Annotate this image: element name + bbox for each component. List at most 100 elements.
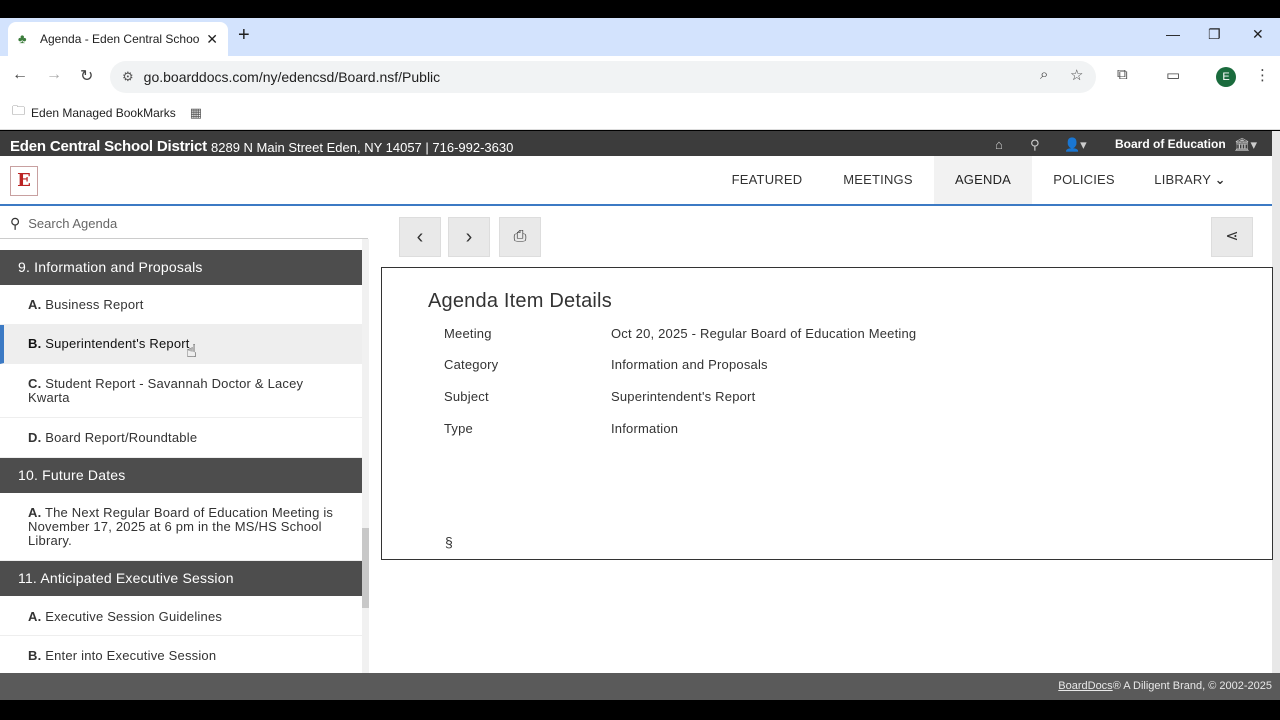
- tab-title: Agenda - Eden Central School D: [40, 32, 201, 46]
- agenda-item[interactable]: C. Student Report - Savannah Doctor & La…: [0, 364, 362, 418]
- item-letter: B.: [28, 648, 42, 663]
- nav-agenda[interactable]: AGENDA: [934, 156, 1032, 204]
- boarddocs-link[interactable]: BoardDocs: [1058, 680, 1112, 692]
- building-icon[interactable]: 🏛▾: [1234, 137, 1257, 153]
- detail-row-subject: Subject Superintendent's Report: [444, 389, 755, 404]
- detail-value: Superintendent's Report: [611, 389, 756, 404]
- bookmark-folder-label[interactable]: Eden Managed BookMarks: [31, 106, 176, 120]
- browser-tabstrip: ♣ Agenda - Eden Central School D ✕ + — ❐…: [0, 18, 1280, 56]
- detail-row-category: Category Information and Proposals: [444, 357, 768, 372]
- forward-icon[interactable]: →: [46, 66, 62, 84]
- item-text: Board Report/Roundtable: [45, 430, 198, 445]
- detail-value: Information: [611, 421, 679, 436]
- agenda-item[interactable]: A. Executive Session Guidelines: [0, 596, 362, 636]
- detail-label: Type: [444, 421, 473, 436]
- item-letter: A.: [28, 609, 42, 624]
- bookmark-star-icon[interactable]: ☆: [1070, 66, 1083, 84]
- board-name[interactable]: Board of Education: [1115, 137, 1226, 151]
- site-header: Eden Central School District 8289 N Main…: [0, 131, 1280, 156]
- detail-row-meeting: Meeting Oct 20, 2025 - Regular Board of …: [444, 326, 916, 341]
- footer-credit: BoardDocs® A Diligent Brand, © 2002-2025: [1058, 680, 1272, 692]
- tab-search-icon[interactable]: ▭: [1166, 66, 1180, 84]
- minimize-icon[interactable]: —: [1166, 26, 1180, 42]
- item-letter: D.: [28, 430, 42, 445]
- detail-value: Oct 20, 2025 - Regular Board of Educatio…: [611, 326, 917, 341]
- district-address: 8289 N Main Street Eden, NY 14057 | 716-…: [211, 140, 514, 155]
- site-info-icon[interactable]: ⚙: [122, 69, 134, 85]
- nav-featured[interactable]: FEATURED: [722, 156, 812, 204]
- agenda-item[interactable]: B. Enter into Executive Session: [0, 636, 362, 675]
- print-icon: ⎙: [513, 228, 527, 245]
- item-text: Enter into Executive Session: [45, 648, 217, 663]
- new-tab-icon[interactable]: +: [238, 24, 250, 47]
- search-icon: ⚲: [10, 214, 21, 231]
- previous-item-button[interactable]: ‹: [399, 217, 441, 257]
- chevron-left-icon: ‹: [416, 226, 424, 248]
- item-letter: C.: [28, 376, 42, 391]
- agenda-category[interactable]: 11. Anticipated Executive Session: [0, 561, 362, 596]
- url-text: go.boarddocs.com/ny/edencsd/Board.nsf/Pu…: [143, 69, 441, 85]
- agenda-item[interactable]: A. Business Report: [0, 285, 362, 325]
- chevron-down-icon: ⌄: [1214, 172, 1226, 187]
- agenda-item-selected[interactable]: B. Superintendent's Report: [0, 325, 362, 364]
- apps-grid-icon[interactable]: ▦: [190, 105, 202, 121]
- print-button[interactable]: ⎙: [499, 217, 541, 257]
- site-footer: BoardDocs® A Diligent Brand, © 2002-2025: [0, 673, 1280, 700]
- reload-icon[interactable]: ↻: [80, 66, 93, 86]
- extensions-icon[interactable]: ⧉: [1117, 66, 1128, 83]
- item-letter: B.: [28, 336, 42, 351]
- next-item-button[interactable]: ›: [448, 217, 490, 257]
- main-nav: E FEATURED MEETINGS AGENDA POLICIES LIBR…: [0, 156, 1272, 206]
- restore-icon[interactable]: ❐: [1208, 26, 1221, 43]
- nav-library-label: LIBRARY: [1154, 172, 1211, 187]
- agenda-scrollbar-thumb[interactable]: [362, 528, 369, 608]
- back-icon[interactable]: ←: [12, 66, 28, 84]
- address-bar[interactable]: ⚙ go.boarddocs.com/ny/edencsd/Board.nsf/…: [110, 61, 1096, 93]
- agenda-scrollbar-track[interactable]: [362, 239, 369, 675]
- search-placeholder: Search Agenda: [28, 215, 118, 231]
- home-icon[interactable]: ⌂: [995, 137, 1003, 152]
- tree-favicon-icon: ♣: [18, 31, 27, 46]
- close-tab-icon[interactable]: ✕: [206, 31, 218, 48]
- item-text: Executive Session Guidelines: [45, 609, 223, 624]
- footer-text: ® A Diligent Brand, © 2002-2025: [1112, 680, 1272, 692]
- close-window-icon[interactable]: ✕: [1252, 26, 1264, 43]
- top-border: [0, 0, 1280, 18]
- agenda-item-details: Agenda Item Details Meeting Oct 20, 2025…: [381, 267, 1273, 560]
- boarddocs-page: Eden Central School District 8289 N Main…: [0, 131, 1280, 700]
- detail-label: Category: [444, 357, 499, 372]
- details-heading: Agenda Item Details: [428, 290, 612, 312]
- search-agenda-input[interactable]: ⚲ Search Agenda: [0, 208, 368, 239]
- district-name: Eden Central School District: [10, 138, 207, 155]
- detail-label: Subject: [444, 389, 489, 404]
- agenda-pane: ⚲ Search Agenda 9. Information and Propo…: [0, 208, 370, 675]
- share-button[interactable]: ⋖: [1211, 217, 1253, 257]
- user-icon[interactable]: 👤▾: [1064, 137, 1087, 153]
- agenda-category[interactable]: 10. Future Dates: [0, 458, 362, 493]
- share-icon: ⋖: [1225, 228, 1239, 245]
- item-text: Student Report - Savannah Doctor & Lacey…: [28, 376, 304, 405]
- folder-icon: 🗀: [12, 102, 26, 118]
- page-scrollbar[interactable]: [1272, 131, 1280, 676]
- zoom-icon[interactable]: ⌕: [1040, 66, 1048, 83]
- nav-policies[interactable]: POLICIES: [1040, 156, 1128, 204]
- district-logo[interactable]: E: [10, 166, 38, 196]
- item-text: The Next Regular Board of Education Meet…: [28, 505, 334, 548]
- browser-tab[interactable]: ♣ Agenda - Eden Central School D ✕: [8, 22, 228, 56]
- profile-avatar[interactable]: E: [1216, 67, 1236, 87]
- detail-label: Meeting: [444, 326, 492, 341]
- menu-icon[interactable]: ⋮: [1255, 66, 1270, 84]
- item-text: Superintendent's Report: [45, 336, 190, 351]
- detail-value: Information and Proposals: [611, 357, 768, 372]
- search-icon[interactable]: ⚲: [1030, 137, 1040, 153]
- chevron-right-icon: ›: [465, 226, 473, 248]
- agenda-item[interactable]: A. The Next Regular Board of Education M…: [0, 493, 362, 561]
- nav-meetings[interactable]: MEETINGS: [833, 156, 923, 204]
- browser-toolbar: ← → ↻ ⚙ go.boarddocs.com/ny/edencsd/Boar…: [0, 56, 1280, 96]
- nav-library[interactable]: LIBRARY ⌄: [1150, 156, 1230, 204]
- section-mark: §: [445, 534, 453, 550]
- agenda-category[interactable]: 9. Information and Proposals: [0, 250, 362, 285]
- detail-row-type: Type Information: [444, 421, 678, 436]
- agenda-item[interactable]: D. Board Report/Roundtable: [0, 418, 362, 458]
- hand-cursor-icon: ☝: [186, 341, 197, 361]
